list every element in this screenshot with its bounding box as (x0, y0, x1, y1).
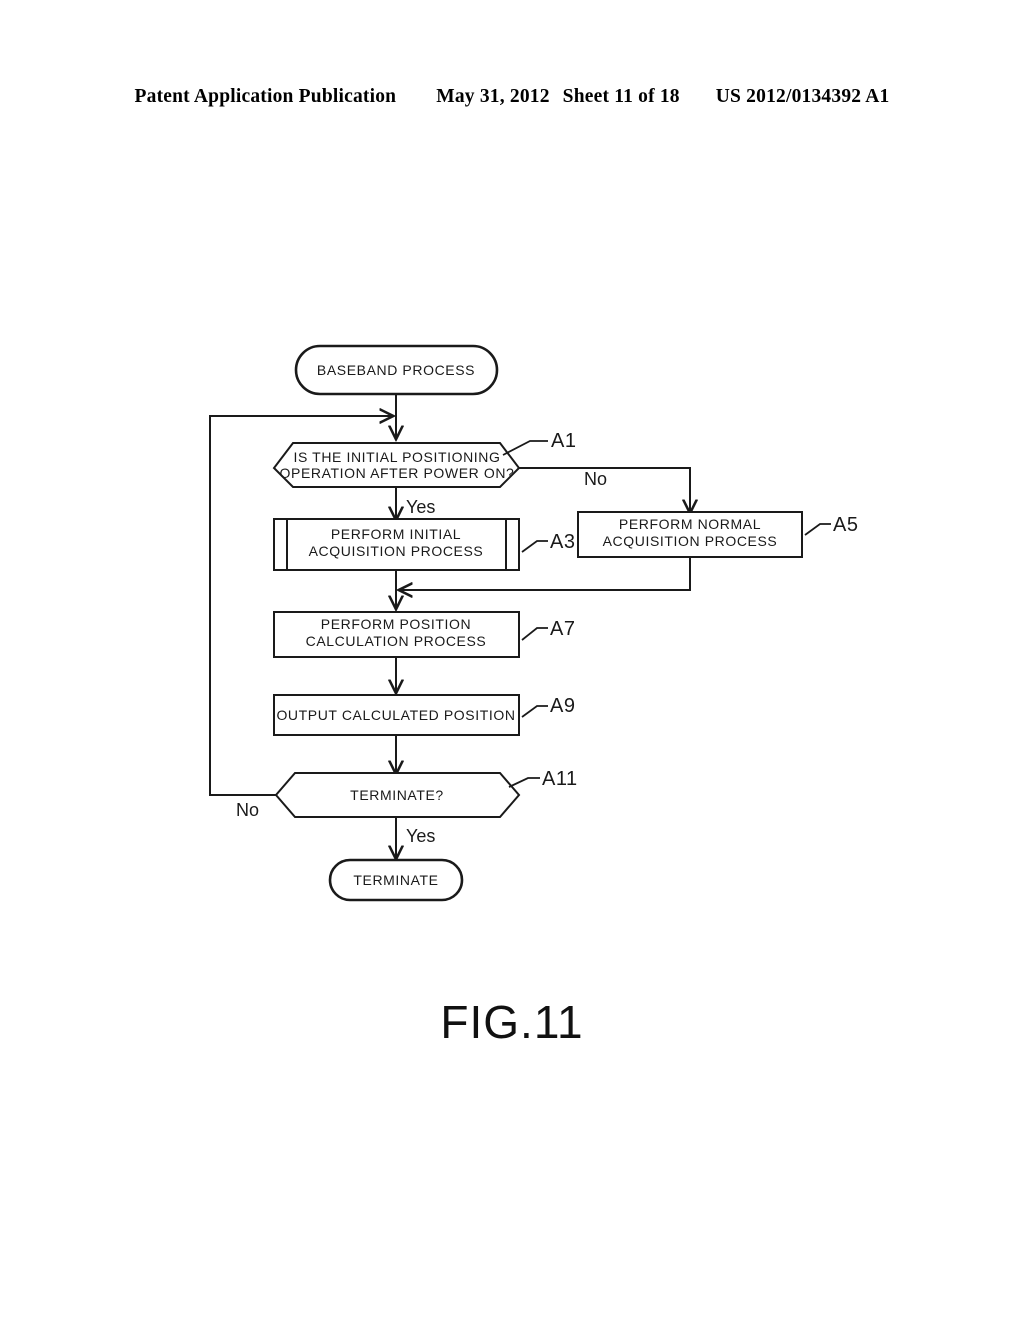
ref-label-a9: A9 (550, 695, 575, 717)
ref-label-a1: A1 (551, 430, 576, 452)
leader-line-a9 (521, 705, 548, 718)
ref-label-a7: A7 (550, 618, 575, 640)
node-label-a5-line2: ACQUISITION PROCESS (603, 533, 778, 549)
ref-label-a11: A11 (542, 768, 578, 790)
leader-line-a3 (521, 540, 548, 553)
flowchart-diagram: BASEBAND PROCESS IS THE INITIAL POSITION… (209, 344, 858, 902)
node-a7-process: PERFORM POSITION CALCULATION PROCESS A7 (273, 611, 575, 658)
leader-line-a7 (521, 627, 548, 641)
ref-label-a5: A5 (833, 514, 858, 536)
branch-label-a1-yes: Yes (406, 497, 435, 517)
node-a5-process: PERFORM NORMAL ACQUISITION PROCESS A5 (577, 511, 858, 558)
leader-line-a11 (508, 777, 540, 788)
node-label-a7-line2: CALCULATION PROCESS (306, 633, 487, 649)
node-label-a9: OUTPUT CALCULATED POSITION (276, 707, 515, 723)
node-label-a7-line1: PERFORM POSITION (321, 616, 471, 632)
branch-label-a11-yes: Yes (406, 826, 435, 846)
node-a9-process: OUTPUT CALCULATED POSITION A9 (273, 694, 575, 736)
branch-label-a11-no: No (236, 800, 259, 820)
leader-line-a1 (502, 440, 548, 456)
node-a3-predefined-process: PERFORM INITIAL ACQUISITION PROCESS A3 (273, 518, 575, 571)
node-label-a1-line2: OPERATION AFTER POWER ON? (280, 465, 515, 481)
node-a11-decision: TERMINATE? A11 (274, 768, 578, 818)
ref-label-a3: A3 (550, 531, 575, 553)
node-label-end: TERMINATE (353, 872, 438, 888)
branch-label-a1-no: No (584, 469, 607, 489)
node-a1-decision: IS THE INITIAL POSITIONING OPERATION AFT… (272, 430, 576, 488)
node-label-a1-line1: IS THE INITIAL POSITIONING (294, 449, 501, 465)
node-label-start: BASEBAND PROCESS (317, 362, 475, 378)
leader-line-a5 (804, 523, 831, 536)
figure-caption: FIG.11 (440, 996, 584, 1048)
node-label-a5-line1: PERFORM NORMAL (619, 516, 761, 532)
node-label-a3-line2: ACQUISITION PROCESS (309, 543, 484, 559)
node-terminate: TERMINATE (328, 858, 464, 902)
node-label-a3-line1: PERFORM INITIAL (331, 526, 461, 542)
node-label-a11: TERMINATE? (350, 787, 444, 803)
node-baseband-process: BASEBAND PROCESS (294, 344, 499, 396)
